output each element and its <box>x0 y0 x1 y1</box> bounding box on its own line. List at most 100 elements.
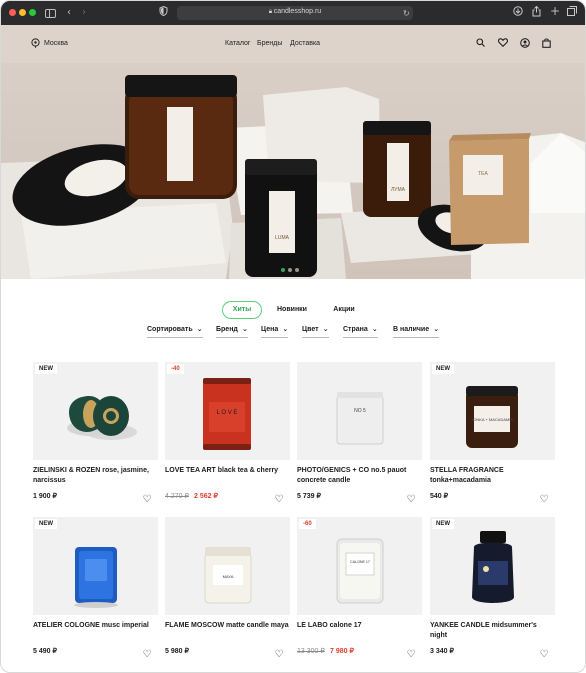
hero-candle-label: LUMA <box>275 235 290 241</box>
filter-country[interactable]: Страна ⌄ <box>343 325 378 338</box>
product-price: 1 900 ₽ <box>33 493 57 500</box>
tab-overview-icon[interactable] <box>567 6 577 21</box>
old-price: 4 270 ₽ <box>165 493 189 500</box>
product-image[interactable]: L O V E <box>165 362 290 460</box>
address-bar[interactable]: 🔒︎ candlesshop.ru ↻ <box>177 6 413 20</box>
product-name[interactable]: LE LABO calone 17 <box>297 621 422 631</box>
product-name[interactable]: YANKEE CANDLE midsummer's night <box>430 621 555 641</box>
product-image[interactable] <box>33 362 158 460</box>
heart-icon[interactable] <box>497 38 509 50</box>
filter-sort-label: Сортировать <box>147 326 193 333</box>
product-card[interactable]: NEW ♡ ATELIER COLOGNE musc imperial 5 49… <box>33 517 158 665</box>
favorite-heart-icon[interactable]: ♡ <box>538 494 550 506</box>
product-price: 5 739 ₽ <box>297 493 321 500</box>
chevron-down-icon: ⌄ <box>242 325 248 333</box>
product-card[interactable]: L O V E -40 ♡ LOVE TEA ART black tea & c… <box>165 362 290 510</box>
nav-delivery[interactable]: Доставка <box>290 40 320 47</box>
hero-banner: LUMA ЛУМА ТЕА <box>1 63 585 279</box>
favorite-heart-icon[interactable]: ♡ <box>141 649 153 661</box>
slider-dot-1[interactable] <box>281 268 285 272</box>
product-card[interactable]: TONKA + MACADAMIA NEW ♡ STELLA FRAGRANCE… <box>430 362 555 510</box>
product-card[interactable]: NO 5 ♡ PHOTO/GENICS + CO no.5 pauot conc… <box>297 362 422 510</box>
chevron-down-icon: ⌄ <box>282 325 289 333</box>
city-selector[interactable]: Москва <box>44 40 68 47</box>
filter-color-label: Цвет <box>302 326 319 333</box>
product-card[interactable]: CALONE 17 -60 ♡ LE LABO calone 17 13 300… <box>297 517 422 665</box>
slider-dot-2[interactable] <box>288 268 292 272</box>
new-tab-icon[interactable]: + <box>550 4 560 18</box>
product-image[interactable] <box>33 517 158 615</box>
product-name[interactable]: FLAME MOSCOW matte candle maya <box>165 621 290 631</box>
no5-label: NO 5 <box>354 408 366 414</box>
hero-box-label: ТЕА <box>478 171 488 177</box>
location-pin-icon[interactable] <box>31 38 40 51</box>
user-icon[interactable] <box>520 38 530 51</box>
minimize-window-button[interactable] <box>19 9 26 16</box>
chevron-down-icon: ⌄ <box>371 325 378 333</box>
love-tea-label: L O V E <box>217 410 238 416</box>
filter-brand[interactable]: Бренд ⌄ <box>216 325 248 338</box>
privacy-shield-icon[interactable] <box>159 5 168 21</box>
slider-dot-3[interactable] <box>295 268 299 272</box>
product-image[interactable]: TONKA + MACADAMIA <box>430 362 555 460</box>
download-icon[interactable] <box>513 6 523 21</box>
filter-color[interactable]: Цвет ⌄ <box>302 325 329 338</box>
filter-price[interactable]: Цена ⌄ <box>261 325 289 338</box>
chevron-down-icon: ⌄ <box>196 325 203 333</box>
browser-toolbar: ‹ › 🔒︎ candlesshop.ru ↻ + <box>1 1 585 25</box>
sidebar-toggle-icon[interactable] <box>45 9 56 18</box>
product-name[interactable]: LOVE TEA ART black tea & cherry <box>165 466 290 476</box>
tonka-label: TONKA + MACADAMIA <box>471 417 514 422</box>
product-name[interactable]: ATELIER COLOGNE musc imperial <box>33 621 158 631</box>
favorite-heart-icon[interactable]: ♡ <box>141 494 153 506</box>
tab-sale[interactable]: Акции <box>326 301 362 319</box>
forward-arrow-icon[interactable]: › <box>82 6 86 20</box>
lelabo-label: CALONE 17 <box>350 560 370 564</box>
new-badge: NEW <box>432 364 454 374</box>
nav-catalog[interactable]: Каталог <box>225 40 250 47</box>
product-image[interactable] <box>430 517 555 615</box>
sale-price: 2 562 ₽ <box>194 493 218 500</box>
chevron-down-icon: ⌄ <box>322 325 329 333</box>
browser-window: ‹ › 🔒︎ candlesshop.ru ↻ + Москва Каталог… <box>0 0 586 673</box>
sale-price: 7 980 ₽ <box>330 648 354 655</box>
favorite-heart-icon[interactable]: ♡ <box>273 494 285 506</box>
product-image[interactable]: MAYA <box>165 517 290 615</box>
tab-hits[interactable]: Хиты <box>222 301 262 319</box>
filter-country-label: Страна <box>343 326 368 333</box>
favorite-heart-icon[interactable]: ♡ <box>405 649 417 661</box>
product-price: 3 340 ₽ <box>430 648 454 655</box>
filter-brand-label: Бренд <box>216 326 238 333</box>
product-name[interactable]: STELLA FRAGRANCE tonka+macadamia <box>430 466 555 486</box>
product-image[interactable]: NO 5 <box>297 362 422 460</box>
filter-in-stock[interactable]: В наличие ⌄ <box>393 325 440 338</box>
favorite-heart-icon[interactable]: ♡ <box>538 649 550 661</box>
product-price: 540 ₽ <box>430 493 449 500</box>
tab-new[interactable]: Новинки <box>272 301 312 319</box>
favorite-heart-icon[interactable]: ♡ <box>405 494 417 506</box>
filter-sort[interactable]: Сортировать ⌄ <box>147 325 203 338</box>
product-name[interactable]: ZIELINSKI & ROZEN rose, jasmine, narciss… <box>33 466 158 486</box>
close-window-button[interactable] <box>9 9 16 16</box>
url-text: 🔒︎ candlesshop.ru <box>268 8 322 15</box>
discount-badge: -40 <box>167 364 184 374</box>
nav-brands[interactable]: Бренды <box>257 40 282 47</box>
product-name[interactable]: PHOTO/GENICS + CO no.5 pauot concrete ca… <box>297 466 422 486</box>
share-icon[interactable] <box>532 5 541 22</box>
site-header: Москва Каталог Бренды Доставка <box>1 25 585 63</box>
favorite-heart-icon[interactable]: ♡ <box>273 649 285 661</box>
filter-in-stock-label: В наличие <box>393 326 430 333</box>
product-price: 5 980 ₽ <box>165 648 189 655</box>
bag-icon[interactable] <box>542 38 551 51</box>
maximize-window-button[interactable] <box>29 9 36 16</box>
hero-jar-label: ЛУМА <box>391 187 406 193</box>
chevron-down-icon: ⌄ <box>433 325 440 333</box>
product-card[interactable]: NEW ♡ YANKEE CANDLE midsummer's night 3 … <box>430 517 555 665</box>
search-icon[interactable] <box>476 38 485 50</box>
back-arrow-icon[interactable]: ‹ <box>67 6 71 20</box>
product-image[interactable]: CALONE 17 <box>297 517 422 615</box>
reload-icon[interactable]: ↻ <box>403 7 410 21</box>
product-card[interactable]: MAYA ♡ FLAME MOSCOW matte candle maya 5 … <box>165 517 290 665</box>
filter-price-label: Цена <box>261 326 279 333</box>
product-card[interactable]: NEW ♡ ZIELINSKI & ROZEN rose, jasmine, n… <box>33 362 158 510</box>
